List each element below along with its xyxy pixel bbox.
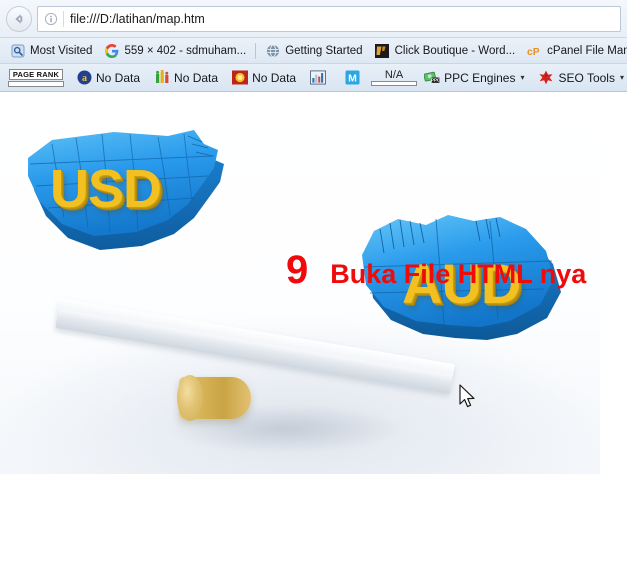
sun-icon [232,70,249,86]
seo-tools-label: SEO Tools [558,70,615,85]
pagerank-widget[interactable]: PAGE RANK [3,68,69,87]
back-button[interactable] [6,5,32,32]
bookmark-most-visited[interactable]: Most Visited [4,40,98,62]
seo-item-label: No Data [174,70,219,85]
bookmark-label: Click Boutique - Word... [394,44,516,57]
svg-text:a: a [82,73,87,84]
seo-item-sun[interactable]: No Data [225,66,303,90]
mouse-pointer-icon [459,384,477,410]
seo-item-chart[interactable] [303,66,337,90]
annotation-overlay: 9 Buka File HTML nya [286,250,586,290]
bookmark-divider [255,42,257,59]
compete-icon [154,70,170,86]
globe-icon [265,43,280,58]
google-icon [104,43,119,58]
bookmarks-bar: Most Visited 559 × 402 - sdmuham... Gett… [0,38,627,64]
info-icon[interactable] [42,10,60,28]
na-widget[interactable]: N/A [371,69,418,86]
browser-window: file:///D:/latihan/map.htm Most Visited [0,0,627,562]
pagerank-label: PAGE RANK [8,68,64,80]
fulcrum-end-cap [177,375,203,421]
ppc-engines-menu[interactable]: PPC PPC Engines ▾ [417,66,531,90]
bookmark-getting-started[interactable]: Getting Started [259,40,368,62]
most-visited-icon [10,43,25,58]
na-bar [371,81,418,86]
svg-text:cP: cP [527,46,540,57]
url-separator [63,10,64,27]
annotation-step-number: 9 [286,248,309,292]
annotation-text: Buka File HTML nya [330,259,587,289]
bookmark-click-boutique[interactable]: Click Boutique - Word... [369,40,522,62]
wordpress-icon [375,43,390,58]
chart-icon [310,70,327,86]
address-bar[interactable]: file:///D:/latihan/map.htm [37,5,621,32]
seo-tools-menu[interactable]: SEO Tools ▾ [531,66,627,90]
url-text: file:///D:/latihan/map.htm [70,11,205,26]
page-content: USD AUD 9 Buka File HTML nya [0,94,627,562]
alexa-icon: a [76,70,92,86]
na-label: N/A [384,69,404,81]
seo-item-compete[interactable]: No Data [147,66,225,90]
red-star-icon [538,70,554,86]
back-arrow-icon [15,13,23,24]
bookmark-cpanel[interactable]: cP cPanel File Mana [521,40,627,62]
money-ppc-icon: PPC [424,70,440,86]
seo-toolbar: PAGE RANK a No Data No Data No Data M N/… [0,64,627,92]
usd-label: USD [50,159,162,219]
majestic-m-icon: M [344,70,360,86]
seo-item-label: No Data [96,70,141,85]
cpanel-icon: cP [527,43,542,58]
bookmark-label: cPanel File Mana [547,44,627,57]
seo-item-label: No Data [252,70,297,85]
navigation-toolbar: file:///D:/latihan/map.htm [0,0,627,38]
svg-text:M: M [348,73,357,85]
bookmark-label: Most Visited [30,44,93,57]
bookmark-label: Getting Started [285,44,363,57]
svg-text:PPC: PPC [431,78,440,83]
seo-item-majestic[interactable]: M [337,66,371,90]
seo-item-alexa[interactable]: a No Data [69,66,147,90]
ppc-engines-label: PPC Engines [444,70,516,85]
bookmark-label: 559 × 402 - sdmuham... [124,44,247,57]
pagerank-bar [8,80,64,87]
chevron-down-icon[interactable]: ▾ [620,73,624,82]
bookmark-image-result[interactable]: 559 × 402 - sdmuham... [98,40,252,62]
chevron-down-icon[interactable]: ▾ [520,73,524,82]
usa-map-graphic: USD [18,120,233,260]
